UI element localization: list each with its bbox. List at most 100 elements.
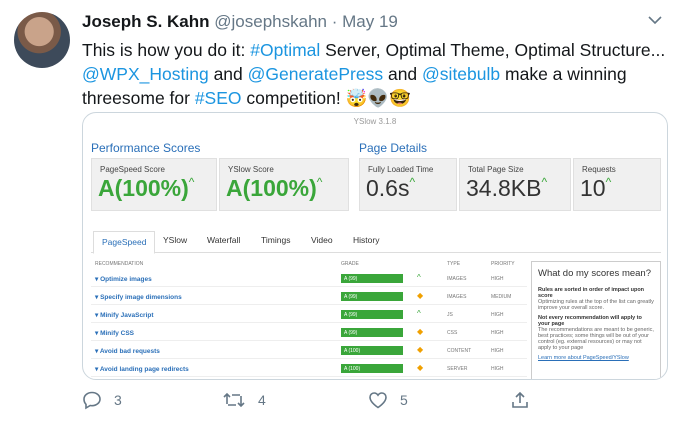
avatar[interactable]	[14, 12, 70, 68]
diamond-icon: ◆	[417, 327, 424, 336]
separator: ·	[331, 12, 338, 31]
reply-count: 3	[114, 392, 122, 408]
score-label: PageSpeed Score	[100, 165, 165, 174]
score-grade: A	[226, 175, 243, 201]
performance-title: Performance Scores	[91, 141, 201, 155]
rule-type: IMAGES	[447, 294, 467, 300]
col-type: TYPE	[447, 261, 461, 267]
rule-type: JS	[447, 312, 453, 318]
mention-link[interactable]: @GeneratePress	[248, 64, 383, 84]
col-grade: GRADE	[341, 261, 359, 267]
hashtag-link[interactable]: #SEO	[195, 88, 242, 108]
rule-type: IMAGES	[447, 276, 467, 282]
mention-link[interactable]: @sitebulb	[422, 64, 500, 84]
rule-name[interactable]: ▾ Avoid landing page redirects	[95, 365, 189, 373]
tweet-header: Joseph S. Kahn @josephskahn · May 19	[82, 12, 398, 32]
table-row[interactable]: ▾ Optimize images A (99) ^ IMAGES HIGH	[91, 271, 527, 287]
rule-type: SERVER	[447, 366, 468, 372]
score-percent: (100%)	[114, 175, 189, 201]
tab-history[interactable]: History	[353, 235, 379, 245]
score-percent: (100%)	[242, 175, 317, 201]
table-row[interactable]: ▾ Minify CSS A (99) ◆ CSS HIGH	[91, 325, 527, 341]
help-subheading: Rules are sorted in order of impact upon…	[538, 287, 645, 299]
text-segment: and	[383, 64, 423, 84]
tweet-text: This is how you do it: #Optimal Server, …	[82, 38, 672, 110]
share-icon	[512, 391, 528, 408]
trend-up-icon: ^	[188, 175, 195, 189]
chevron-down-icon[interactable]	[648, 12, 662, 28]
text-segment: and	[208, 64, 248, 84]
arrow-up-icon: ^	[417, 273, 421, 282]
rule-type: CSS	[447, 330, 458, 336]
report-tabs: PageSpeed YSlow Waterfall Timings Video …	[91, 231, 661, 254]
tab-pagespeed[interactable]: PageSpeed	[93, 231, 156, 254]
reply-button[interactable]: 3	[82, 390, 122, 410]
reply-icon	[83, 391, 101, 410]
score-value: A(100%)^	[226, 175, 322, 202]
detail-label: Total Page Size	[468, 165, 524, 174]
learn-more-link[interactable]: Learn more about PageSpeed/YSlow	[538, 355, 654, 361]
table-row[interactable]: ▾ Avoid landing page redirects A (100) ◆…	[91, 361, 527, 377]
trend-up-icon: ^	[605, 175, 612, 189]
table-row[interactable]: ▾ Avoid bad requests A (100) ◆ CONTENT H…	[91, 343, 527, 359]
like-count: 5	[400, 392, 408, 408]
rule-name[interactable]: ▾ Minify CSS	[95, 329, 134, 337]
retweet-button[interactable]: 4	[222, 390, 266, 410]
heart-icon	[369, 392, 387, 409]
tab-yslow[interactable]: YSlow	[163, 235, 187, 245]
tab-waterfall[interactable]: Waterfall	[207, 235, 240, 245]
detail-value: 0.6s^	[366, 175, 415, 202]
help-heading: What do my scores mean?	[538, 268, 651, 279]
diamond-icon: ◆	[417, 291, 424, 300]
hashtag-link[interactable]: #Optimal	[250, 40, 320, 60]
grade-bar: A (99)	[341, 328, 403, 337]
col-recommendation: RECOMMENDATION	[95, 261, 144, 267]
text-segment: Server, Optimal Theme, Optimal Structure…	[320, 40, 666, 60]
rule-priority: MEDIUM	[491, 294, 512, 300]
help-subheading: Not every recommendation will apply to y…	[538, 315, 642, 327]
rule-name[interactable]: ▾ Minify JavaScript	[95, 311, 154, 319]
trend-up-icon: ^	[316, 175, 323, 189]
table-row[interactable]: ▾ Specify image dimensions A (99) ◆ IMAG…	[91, 289, 527, 305]
tool-title: YSlow 3.1.8	[353, 117, 397, 126]
pagespeed-score-box: PageSpeed Score A(100%)^	[91, 158, 217, 211]
text-segment: competition! 🤯👽🤓	[241, 88, 411, 108]
tab-timings[interactable]: Timings	[261, 235, 290, 245]
retweet-icon	[223, 392, 245, 408]
detail-number: 10	[580, 175, 606, 201]
like-button[interactable]: 5	[368, 390, 408, 410]
arrow-up-icon: ^	[417, 309, 421, 318]
rule-priority: HIGH	[491, 276, 504, 282]
page-size-box: Total Page Size 34.8KB^	[459, 158, 571, 211]
share-button[interactable]	[510, 390, 530, 410]
mention-link[interactable]: @WPX_Hosting	[82, 64, 209, 84]
help-text: Optimizing rules at the top of the list …	[538, 299, 654, 311]
page-details-title: Page Details	[359, 141, 428, 155]
media-image[interactable]: YSlow 3.1.8 Performance Scores Page Deta…	[82, 112, 668, 380]
rule-name[interactable]: ▾ Specify image dimensions	[95, 293, 182, 301]
author-name[interactable]: Joseph S. Kahn	[82, 12, 210, 31]
yslow-score-box: YSlow Score A(100%)^	[219, 158, 349, 211]
detail-number: 0.6s	[366, 175, 410, 201]
rule-name[interactable]: ▾ Optimize images	[95, 275, 152, 283]
score-grade: A	[98, 175, 115, 201]
tweet-date[interactable]: May 19	[342, 12, 398, 31]
author-handle[interactable]: @josephskahn	[214, 12, 327, 31]
rule-priority: HIGH	[491, 330, 504, 336]
col-priority: PRIORITY	[491, 261, 515, 267]
score-label: YSlow Score	[228, 165, 274, 174]
help-text: The recommendations are meant to be gene…	[538, 327, 654, 351]
detail-label: Requests	[582, 165, 616, 174]
tab-video[interactable]: Video	[311, 235, 333, 245]
detail-label: Fully Loaded Time	[368, 165, 434, 174]
table-row[interactable]: ▾ Minify JavaScript A (99) ^ JS HIGH	[91, 307, 527, 323]
rule-name[interactable]: ▾ Avoid bad requests	[95, 347, 160, 355]
rule-priority: HIGH	[491, 366, 504, 372]
score-value: A(100%)^	[98, 175, 194, 202]
tweet-actions: 3 4 5	[82, 390, 542, 412]
grade-bar: A (100)	[341, 346, 403, 355]
grade-bar: A (99)	[341, 274, 403, 283]
grade-bar: A (99)	[341, 310, 403, 319]
retweet-count: 4	[258, 392, 266, 408]
detail-value: 34.8KB^	[466, 175, 547, 202]
